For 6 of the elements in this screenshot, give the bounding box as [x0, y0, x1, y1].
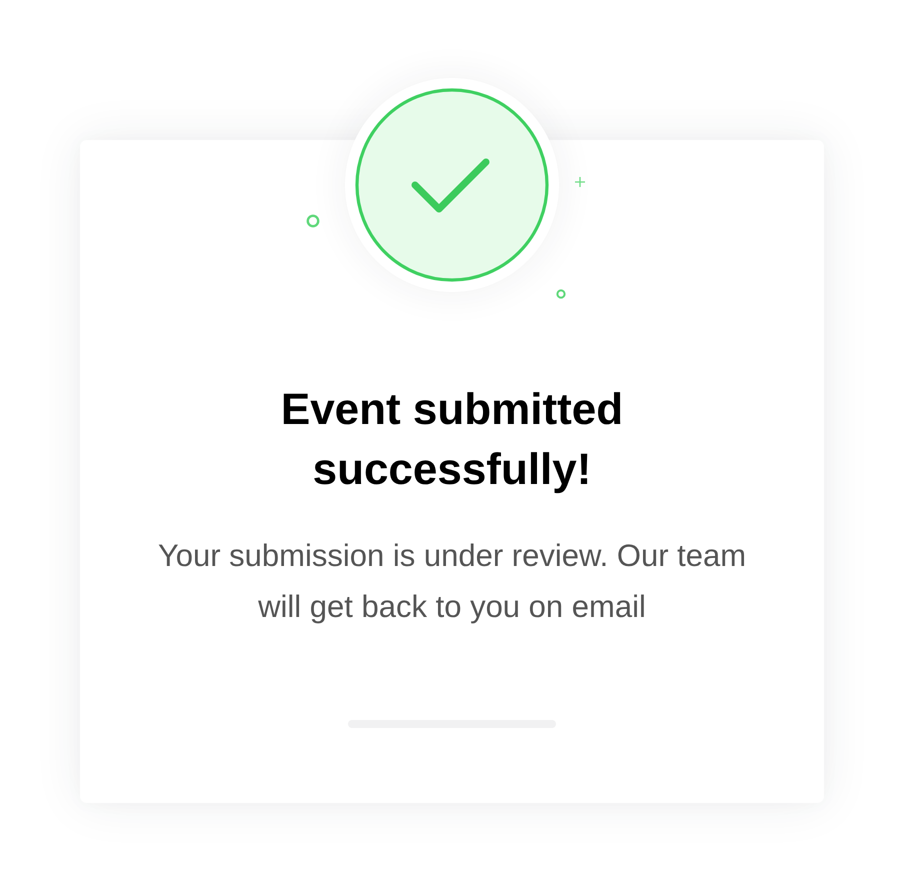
dialog-message: Your submission is under review. Our team will get back to you on email [156, 537, 748, 626]
ring-icon [306, 214, 320, 228]
plus-icon [575, 177, 585, 187]
dialog-title: Event submitted successfully! [280, 384, 624, 496]
check-circle-icon [355, 88, 549, 282]
ring-icon [556, 289, 566, 299]
